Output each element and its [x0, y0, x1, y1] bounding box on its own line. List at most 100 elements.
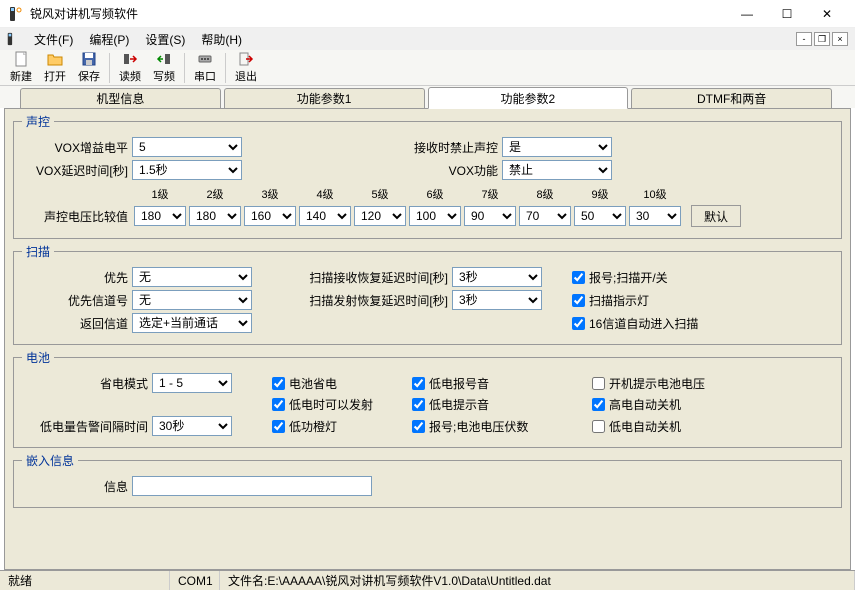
group-scan: 扫描 优先 无 扫描接收恢复延迟时间[秒] 3秒 报号;扫描开/关 优先信道号 …: [13, 243, 842, 345]
scan-ch16-checkbox[interactable]: 16信道自动进入扫描: [572, 315, 698, 332]
vox-level-headers: 1级 2级 3级 4级 5级 6级 7级 8级 9级 10级: [134, 186, 681, 202]
battery-poweron-volt-checkbox[interactable]: 开机提示电池电压: [592, 375, 705, 392]
new-icon: [13, 51, 29, 67]
status-bar: 就绪 COM1 文件名: E:\AAAAA\锐风对讲机写频软件V1.0\Data…: [0, 570, 855, 590]
toolbar-save-button[interactable]: 保存: [72, 50, 106, 85]
vox-level-10-select[interactable]: 30: [629, 206, 681, 226]
close-button[interactable]: ✕: [807, 0, 847, 28]
battery-beep-volt-checkbox[interactable]: 报号;电池电压伏数: [412, 418, 592, 435]
toolbar-separator: [109, 53, 110, 83]
status-ready: 就绪: [0, 571, 170, 590]
battery-low-led-checkbox[interactable]: 低功橙灯: [272, 418, 412, 435]
group-vox-legend: 声控: [22, 113, 54, 130]
read-icon: [122, 51, 138, 67]
battery-low-interval-label: 低电量告警间隔时间: [22, 418, 152, 435]
rx-disable-vox-label: 接收时禁止声控: [392, 139, 502, 156]
battery-save-mode-label: 省电模式: [22, 375, 152, 392]
save-icon: [81, 51, 97, 67]
tab-content: 声控 VOX增益电平 5 接收时禁止声控 是 VOX延迟时间[秒] 1.5秒 V…: [4, 108, 851, 570]
app-icon: [8, 6, 24, 22]
mdi-icon: [6, 32, 20, 46]
toolbar-exit-label: 退出: [235, 68, 257, 84]
group-battery-legend: 电池: [22, 349, 54, 366]
menu-program[interactable]: 编程(P): [81, 29, 137, 50]
vox-level-2-select[interactable]: 180: [189, 206, 241, 226]
scan-rx-resume-label: 扫描接收恢复延迟时间[秒]: [282, 269, 452, 286]
minimize-button[interactable]: —: [727, 0, 767, 28]
scan-return-ch-label: 返回信道: [22, 315, 132, 332]
group-embed-legend: 嵌入信息: [22, 452, 78, 469]
toolbar-serial-label: 串口: [194, 68, 216, 84]
scan-led-checkbox[interactable]: 扫描指示灯: [572, 292, 649, 309]
vox-level-6-select[interactable]: 100: [409, 206, 461, 226]
menu-file[interactable]: 文件(F): [26, 29, 81, 50]
scan-return-ch-select[interactable]: 选定+当前通话: [132, 313, 252, 333]
battery-low-tx-checkbox[interactable]: 低电时可以发射: [272, 396, 412, 413]
scan-priority-label: 优先: [22, 269, 132, 286]
toolbar-separator: [225, 53, 226, 83]
battery-save-checkbox[interactable]: 电池省电: [272, 375, 412, 392]
rx-disable-vox-select[interactable]: 是: [502, 137, 612, 157]
open-icon: [47, 51, 63, 67]
vox-level-5-select[interactable]: 120: [354, 206, 406, 226]
vox-gain-label: VOX增益电平: [22, 139, 132, 156]
toolbar-serial-button[interactable]: 串口: [188, 50, 222, 85]
toolbar-separator: [184, 53, 185, 83]
status-port: COM1: [170, 571, 220, 590]
toolbar-new-button[interactable]: 新建: [4, 50, 38, 85]
tab-dtmf[interactable]: DTMF和两音: [631, 88, 832, 108]
toolbar-open-label: 打开: [44, 68, 66, 84]
battery-save-mode-select[interactable]: 1 - 5: [152, 373, 232, 393]
vox-delay-label: VOX延迟时间[秒]: [22, 162, 132, 179]
toolbar-open-button[interactable]: 打开: [38, 50, 72, 85]
battery-low-beep-checkbox[interactable]: 低电报号音: [412, 375, 592, 392]
mdi-minimize-button[interactable]: -: [796, 32, 812, 46]
scan-priority-ch-select[interactable]: 无: [132, 290, 252, 310]
vox-func-label: VOX功能: [392, 162, 502, 179]
vox-level-7-select[interactable]: 90: [464, 206, 516, 226]
group-vox: 声控 VOX增益电平 5 接收时禁止声控 是 VOX延迟时间[秒] 1.5秒 V…: [13, 113, 842, 239]
scan-beep-checkbox[interactable]: 报号;扫描开/关: [572, 269, 668, 286]
embed-info-input[interactable]: [132, 476, 372, 496]
toolbar-exit-button[interactable]: 退出: [229, 50, 263, 85]
scan-priority-ch-label: 优先信道号: [22, 292, 132, 309]
vox-delay-select[interactable]: 1.5秒: [132, 160, 242, 180]
vox-default-button[interactable]: 默认: [691, 205, 741, 227]
mdi-close-button[interactable]: ×: [832, 32, 848, 46]
vox-func-select[interactable]: 禁止: [502, 160, 612, 180]
vox-level-1-select[interactable]: 180: [134, 206, 186, 226]
tab-model-info[interactable]: 机型信息: [20, 88, 221, 108]
group-scan-legend: 扫描: [22, 243, 54, 260]
vox-level-3-select[interactable]: 160: [244, 206, 296, 226]
toolbar-save-label: 保存: [78, 68, 100, 84]
toolbar-write-label: 写频: [153, 68, 175, 84]
tab-func1[interactable]: 功能参数1: [224, 88, 425, 108]
scan-rx-resume-select[interactable]: 3秒: [452, 267, 542, 287]
toolbar-write-button[interactable]: 写频: [147, 50, 181, 85]
vox-gain-select[interactable]: 5: [132, 137, 242, 157]
tab-func2[interactable]: 功能参数2: [428, 87, 629, 109]
tab-strip: 机型信息 功能参数1 功能参数2 DTMF和两音: [0, 86, 855, 108]
battery-high-off-checkbox[interactable]: 高电自动关机: [592, 396, 681, 413]
scan-tx-resume-label: 扫描发射恢复延迟时间[秒]: [282, 292, 452, 309]
menu-settings[interactable]: 设置(S): [137, 29, 193, 50]
menu-bar: 文件(F) 编程(P) 设置(S) 帮助(H) - ❐ ×: [0, 28, 855, 50]
vox-compare-label: 声控电压比较值: [22, 208, 132, 225]
toolbar-read-button[interactable]: 读频: [113, 50, 147, 85]
vox-level-8-select[interactable]: 70: [519, 206, 571, 226]
toolbar-new-label: 新建: [10, 68, 32, 84]
group-embed: 嵌入信息 信息: [13, 452, 842, 508]
menu-help[interactable]: 帮助(H): [193, 29, 250, 50]
vox-level-9-select[interactable]: 50: [574, 206, 626, 226]
exit-icon: [238, 51, 254, 67]
scan-tx-resume-select[interactable]: 3秒: [452, 290, 542, 310]
scan-priority-select[interactable]: 无: [132, 267, 252, 287]
mdi-restore-button[interactable]: ❐: [814, 32, 830, 46]
serial-icon: [197, 51, 213, 67]
title-bar: 锐风对讲机写频软件 — ☐ ✕: [0, 0, 855, 28]
vox-level-4-select[interactable]: 140: [299, 206, 351, 226]
battery-low-off-checkbox[interactable]: 低电自动关机: [592, 418, 681, 435]
maximize-button[interactable]: ☐: [767, 0, 807, 28]
battery-low-tone-checkbox[interactable]: 低电提示音: [412, 396, 592, 413]
battery-low-interval-select[interactable]: 30秒: [152, 416, 232, 436]
